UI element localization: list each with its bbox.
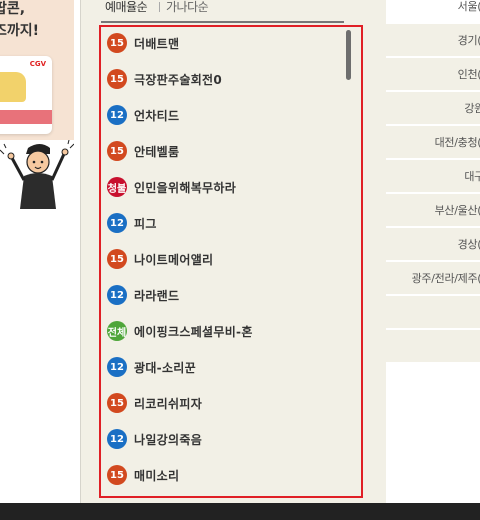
age-rating-badge: 15: [107, 141, 127, 161]
region-item[interactable]: 부산/울산(1: [386, 194, 480, 228]
footer-bar: [0, 503, 480, 520]
age-rating-badge: 청불: [107, 177, 127, 197]
movie-item[interactable]: 15 안테벨룸: [107, 140, 179, 162]
age-rating-badge: 12: [107, 105, 127, 125]
region-item[interactable]: 경상(1: [386, 228, 480, 262]
age-rating-badge: 15: [107, 249, 127, 269]
cgv-logo: CGV: [29, 60, 46, 68]
promo-banner[interactable]: 팝콘, 즈까지! CGV: [0, 0, 74, 209]
movie-item[interactable]: 전체 에이핑크스페셜무비-혼: [107, 320, 253, 342]
tab-separator: [159, 2, 160, 12]
movie-title: 에이핑크스페셜무비-혼: [134, 324, 253, 339]
tab-booking-rate[interactable]: 예매율순: [105, 0, 148, 15]
card-band: [0, 110, 52, 124]
age-rating-badge: 12: [107, 285, 127, 305]
age-rating-badge: 12: [107, 213, 127, 233]
movie-item[interactable]: 15 나이트메어앨리: [107, 248, 213, 270]
region-label: 경상(1: [457, 238, 480, 251]
region-list: 서울(3 경기(5 인천(1 강원( 대전/충청(2 대구( 부산/울산(1 경상(1 광주/전…: [386, 0, 480, 503]
card-figure: [0, 72, 26, 102]
movie-title: 나일강의죽음: [134, 432, 203, 447]
movie-title: 라라랜드: [134, 288, 180, 303]
region-item[interactable]: 대구(: [386, 160, 480, 194]
region-label: 대구(: [464, 170, 480, 183]
sort-tabs: 예매율순 가나다순: [101, 0, 344, 23]
region-label: 강원(: [464, 102, 480, 115]
region-empty-slot: [386, 330, 480, 364]
region-label: 인천(1: [457, 68, 480, 81]
movie-item[interactable]: 12 광대-소리꾼: [107, 356, 196, 378]
region-label: 부산/울산(1: [434, 204, 480, 217]
movie-title: 안테벨룸: [134, 144, 180, 159]
age-rating-badge: 12: [107, 429, 127, 449]
movie-title: 광대-소리꾼: [134, 360, 196, 375]
character-illustration: [0, 140, 74, 209]
movie-item[interactable]: 12 라라랜드: [107, 284, 179, 306]
age-rating-badge: 15: [107, 465, 127, 485]
age-rating-badge: 15: [107, 33, 127, 53]
age-rating-badge: 15: [107, 393, 127, 413]
movie-title: 리코리쉬피자: [134, 396, 203, 411]
movie-title: 극장판주술회전0: [134, 72, 223, 87]
movie-panel: 예매율순 가나다순 15 더배트맨 15 극장판주술회전0 12 언차티드 15 안테벨룸청불…: [81, 0, 386, 503]
movie-item[interactable]: 청불 인민을위해복무하라: [107, 176, 236, 198]
age-rating-badge: 전체: [107, 321, 127, 341]
movie-item[interactable]: 12 나일강의죽음: [107, 428, 202, 450]
movie-title: 언차티드: [134, 108, 180, 123]
movie-title: 매미소리: [134, 468, 180, 483]
age-rating-badge: 12: [107, 357, 127, 377]
region-item[interactable]: 강원(: [386, 92, 480, 126]
movie-item[interactable]: 12 언차티드: [107, 104, 179, 126]
region-item[interactable]: 경기(5: [386, 24, 480, 58]
movie-item[interactable]: 15 더배트맨: [107, 32, 179, 54]
age-rating-badge: 15: [107, 69, 127, 89]
movie-list[interactable]: 15 더배트맨 15 극장판주술회전0 12 언차티드 15 안테벨룸청불 인민을위해복무하라 1…: [99, 25, 363, 498]
movie-title: 인민을위해복무하라: [134, 180, 237, 195]
region-item[interactable]: 서울(3: [386, 0, 480, 20]
region-label: 대전/충청(2: [434, 136, 480, 149]
tab-alphabetical[interactable]: 가나다순: [166, 0, 209, 15]
scrollbar-thumb[interactable]: [346, 30, 351, 80]
region-item[interactable]: 대전/충청(2: [386, 126, 480, 160]
movie-item[interactable]: 15 매미소리: [107, 464, 179, 486]
promo-text: 팝콘, 즈까지!: [0, 0, 74, 42]
region-label: 서울(3: [457, 0, 480, 13]
region-item[interactable]: 광주/전라/제주(2: [386, 262, 480, 296]
gift-card-image: CGV: [0, 56, 52, 134]
promo-line-2: 즈까지!: [0, 23, 40, 39]
promo-line-1: 팝콘,: [0, 1, 26, 17]
movie-item[interactable]: 15 극장판주술회전0: [107, 68, 222, 90]
movie-item[interactable]: 15 리코리쉬피자: [107, 392, 202, 414]
movie-title: 더배트맨: [134, 36, 180, 51]
movie-item[interactable]: 12 피그: [107, 212, 157, 234]
region-label: 광주/전라/제주(2: [411, 272, 480, 285]
region-item[interactable]: 인천(1: [386, 58, 480, 92]
movie-title: 피그: [134, 216, 157, 231]
movie-title: 나이트메어앨리: [134, 252, 214, 267]
region-label: 경기(5: [457, 34, 480, 47]
region-empty-slot: [386, 296, 480, 330]
